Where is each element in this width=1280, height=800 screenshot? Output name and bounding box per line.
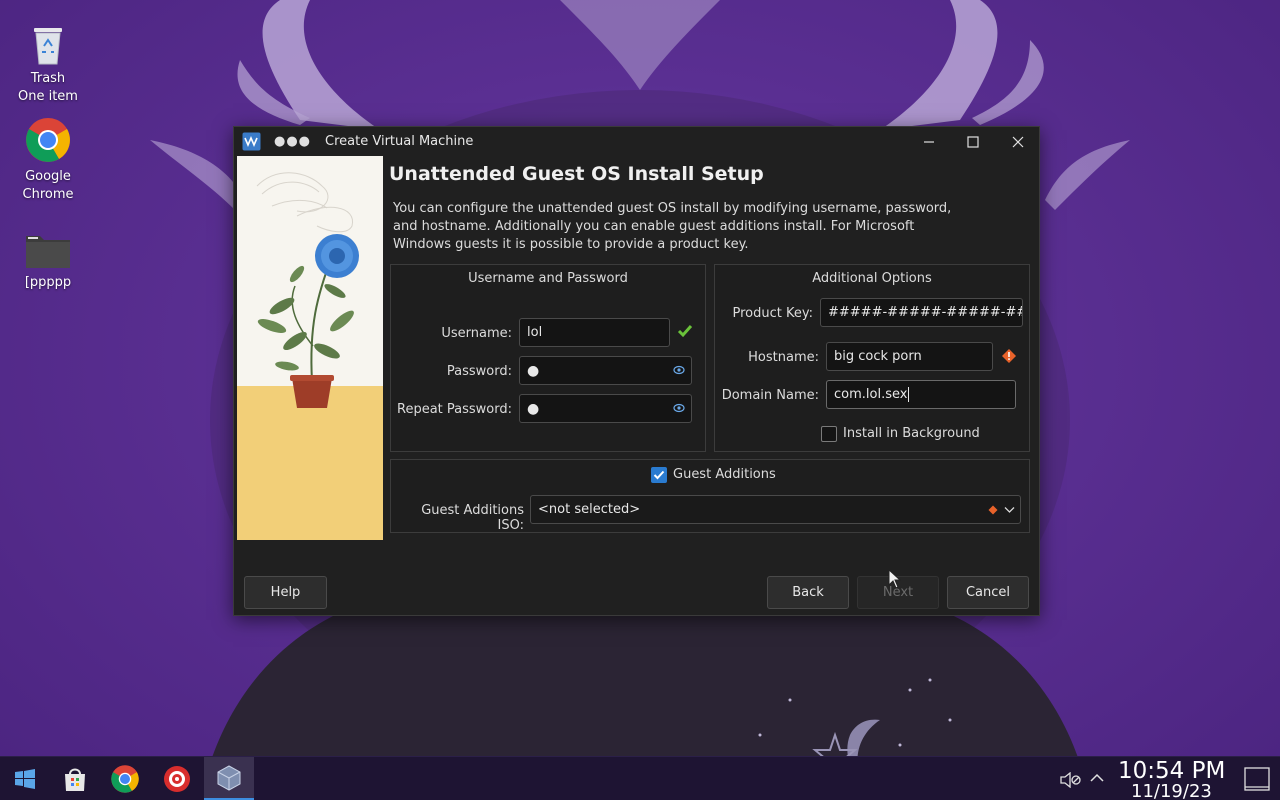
- desktop-icon-folder[interactable]: [ppppp: [3, 232, 93, 292]
- taskbar: 10:54 PM 11/19/23: [0, 756, 1280, 800]
- folder-icon: [26, 236, 70, 268]
- hostname-field[interactable]: big cock porn: [826, 342, 993, 371]
- product-key-value: #####-#####-#####-#####-#: [828, 305, 1022, 320]
- back-button[interactable]: Back: [767, 576, 849, 609]
- username-password-group-title: Username and Password: [468, 271, 628, 286]
- taskbar-media-button[interactable]: [152, 757, 202, 800]
- windows-start-icon: [15, 769, 35, 789]
- repeat-password-field[interactable]: ●: [519, 394, 692, 423]
- help-button[interactable]: Help: [244, 576, 327, 609]
- guest-additions-group: Guest Additions Guest Additions ISO: <no…: [390, 459, 1030, 533]
- checkmark-icon: [653, 470, 665, 480]
- additional-options-group-title: Additional Options: [812, 271, 932, 286]
- maximize-icon[interactable]: [962, 131, 984, 153]
- chrome-icon: [26, 118, 70, 162]
- valid-check-icon: [677, 325, 693, 338]
- taskbar-virtualbox-button[interactable]: [204, 757, 254, 800]
- additional-options-group: Additional Options Product Key: #####-##…: [714, 264, 1030, 452]
- create-virtual-machine-window: ●●● Create Virtual Machine Unattended Gu…: [233, 126, 1040, 616]
- window-menu-icon[interactable]: ●●●: [274, 134, 311, 149]
- repeat-password-value: ●: [527, 401, 540, 417]
- password-value: ●: [527, 363, 540, 379]
- virtualbox-app-icon: [242, 132, 261, 151]
- domain-name-value: com.lol.sex: [834, 387, 908, 402]
- window-titlebar[interactable]: ●●● Create Virtual Machine: [234, 127, 1039, 156]
- page-title: Unattended Guest OS Install Setup: [389, 163, 764, 185]
- show-desktop-icon[interactable]: [1244, 767, 1270, 791]
- product-key-label: Product Key:: [732, 306, 814, 321]
- chrome-taskbar-icon: [111, 765, 139, 793]
- warning-icon: [1002, 349, 1016, 363]
- username-value: lol: [527, 325, 543, 340]
- mouse-pointer-icon: [888, 569, 902, 589]
- username-label: Username:: [441, 326, 512, 341]
- guest-additions-iso-label: Guest Additions ISO:: [421, 503, 524, 533]
- taskbar-store-button[interactable]: [50, 757, 100, 800]
- desktop-icon-google-chrome[interactable]: Google Chrome: [3, 116, 93, 204]
- username-password-group: Username and Password Username: lol Pass…: [390, 264, 706, 452]
- trash-icon: [34, 28, 62, 65]
- volume-muted-icon[interactable]: [1060, 772, 1082, 788]
- window-title: Create Virtual Machine: [325, 134, 474, 149]
- close-icon[interactable]: [1007, 131, 1029, 153]
- virtualbox-cube-icon: [217, 764, 241, 791]
- chrome-sublabel: Chrome: [22, 187, 74, 202]
- wizard-side-illustration: [237, 156, 383, 540]
- hostname-label: Hostname:: [748, 350, 819, 365]
- guest-additions-iso-select[interactable]: <not selected>: [530, 495, 1021, 524]
- page-description: You can configure the unattended guest O…: [393, 201, 952, 252]
- chevron-down-icon[interactable]: [1004, 506, 1015, 514]
- guest-additions-checkbox[interactable]: [651, 467, 667, 483]
- password-label: Password:: [446, 364, 512, 379]
- hostname-value: big cock porn: [834, 349, 922, 364]
- show-repeat-password-icon[interactable]: [673, 402, 685, 414]
- repeat-password-label: Repeat Password:: [397, 402, 512, 417]
- domain-name-label: Domain Name:: [721, 388, 819, 403]
- iso-warning-icon: [988, 505, 998, 515]
- folder-label: [ppppp: [24, 275, 72, 290]
- store-bag-icon: [65, 768, 85, 791]
- chrome-label: Google: [25, 169, 71, 184]
- cancel-button[interactable]: Cancel: [947, 576, 1029, 609]
- username-field[interactable]: lol: [519, 318, 670, 347]
- install-in-background-checkbox[interactable]: [821, 426, 837, 442]
- start-menu-button[interactable]: [0, 757, 50, 800]
- guest-additions-iso-value: <not selected>: [538, 502, 641, 517]
- record-player-icon: [164, 766, 190, 792]
- desktop-icon-trash[interactable]: Trash One item: [3, 22, 93, 106]
- install-in-background-label: Install in Background: [843, 426, 980, 441]
- trash-sublabel: One item: [18, 89, 78, 104]
- chevron-up-icon[interactable]: [1090, 773, 1104, 783]
- domain-name-field[interactable]: com.lol.sex: [826, 380, 1016, 409]
- clock-date[interactable]: 11/19/23: [1131, 781, 1212, 800]
- trash-label: Trash: [30, 71, 66, 86]
- taskbar-chrome-button[interactable]: [100, 757, 150, 800]
- show-password-icon[interactable]: [673, 364, 685, 376]
- text-cursor: [908, 387, 910, 402]
- minimize-icon[interactable]: [918, 131, 940, 153]
- guest-additions-label: Guest Additions: [673, 467, 776, 482]
- product-key-field[interactable]: #####-#####-#####-#####-#: [820, 298, 1023, 327]
- password-field[interactable]: ●: [519, 356, 692, 385]
